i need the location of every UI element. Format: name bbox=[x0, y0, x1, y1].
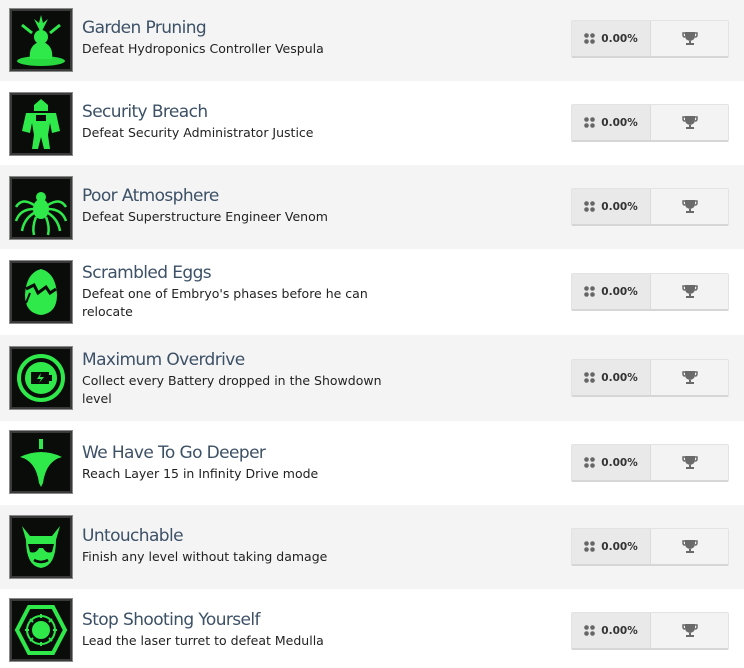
trophy-icon bbox=[681, 116, 698, 129]
trophy-icon bbox=[681, 200, 698, 213]
achievement-text: We Have To Go Deeper Reach Layer 15 in I… bbox=[82, 442, 382, 483]
achievement-title: Garden Pruning bbox=[82, 18, 207, 38]
achievement-title: We Have To Go Deeper bbox=[82, 443, 266, 463]
achievement-description: Defeat one of Embryo's phases before he … bbox=[82, 286, 368, 319]
sunglasses-face-icon bbox=[10, 516, 72, 578]
achievement-list: Garden Pruning Defeat Hydroponics Contro… bbox=[0, 0, 744, 668]
trophy-button[interactable] bbox=[651, 360, 728, 395]
achievement-title: Maximum Overdrive bbox=[82, 350, 245, 370]
achievement-stat: 0.00% bbox=[571, 104, 729, 142]
dots-icon bbox=[584, 625, 596, 636]
percent-value: 0.00% bbox=[601, 32, 638, 45]
achievement-text: Garden Pruning Defeat Hydroponics Contro… bbox=[82, 17, 382, 58]
unlock-percent: 0.00% bbox=[572, 445, 651, 480]
achievement-text: Security Breach Defeat Security Administ… bbox=[82, 101, 382, 142]
percent-value: 0.00% bbox=[601, 116, 638, 129]
trophy-button[interactable] bbox=[651, 445, 728, 480]
trophy-icon bbox=[681, 456, 698, 469]
achievement-title: Stop Shooting Yourself bbox=[82, 610, 261, 630]
achievement-stat: 0.00% bbox=[571, 273, 729, 311]
unlock-percent: 0.00% bbox=[572, 105, 651, 140]
achievement-title: Poor Atmosphere bbox=[82, 186, 219, 206]
trophy-button[interactable] bbox=[651, 529, 728, 564]
achievement-row: Poor Atmosphere Defeat Superstructure En… bbox=[0, 165, 744, 249]
dots-icon bbox=[584, 117, 596, 128]
achievement-description: Reach Layer 15 in Infinity Drive mode bbox=[82, 466, 319, 481]
unlock-percent: 0.00% bbox=[572, 21, 651, 56]
percent-value: 0.00% bbox=[601, 371, 638, 384]
achievement-title: Security Breach bbox=[82, 102, 208, 122]
achievement-row: Maximum Overdrive Collect every Battery … bbox=[0, 335, 744, 421]
achievement-text: Stop Shooting Yourself Lead the laser tu… bbox=[82, 609, 382, 650]
achievement-text: Poor Atmosphere Defeat Superstructure En… bbox=[82, 185, 382, 226]
achievement-text: Maximum Overdrive Collect every Battery … bbox=[82, 349, 382, 408]
trophy-button[interactable] bbox=[651, 274, 728, 309]
unlock-percent: 0.00% bbox=[572, 613, 651, 648]
achievement-description: Collect every Battery dropped in the Sho… bbox=[82, 373, 382, 406]
percent-value: 0.00% bbox=[601, 285, 638, 298]
achievement-description: Defeat Hydroponics Controller Vespula bbox=[82, 41, 324, 56]
trophy-icon bbox=[681, 371, 698, 384]
achievement-row: Untouchable Finish any level without tak… bbox=[0, 505, 744, 589]
dots-icon bbox=[584, 457, 596, 468]
achievement-description: Finish any level without taking damage bbox=[82, 549, 328, 564]
percent-value: 0.00% bbox=[601, 624, 638, 637]
spinning-top-icon bbox=[10, 431, 72, 493]
cracked-egg-icon bbox=[10, 261, 72, 323]
trophy-icon bbox=[681, 285, 698, 298]
achievement-text: Scrambled Eggs Defeat one of Embryo's ph… bbox=[82, 262, 382, 321]
spider-icon bbox=[10, 177, 72, 239]
achievement-text: Untouchable Finish any level without tak… bbox=[82, 525, 382, 566]
turret-icon bbox=[10, 599, 72, 661]
trophy-icon bbox=[681, 32, 698, 45]
achievement-stat: 0.00% bbox=[571, 359, 729, 397]
percent-value: 0.00% bbox=[601, 200, 638, 213]
battery-icon bbox=[10, 347, 72, 409]
achievement-row: Security Breach Defeat Security Administ… bbox=[0, 81, 744, 165]
achievement-stat: 0.00% bbox=[571, 20, 729, 58]
percent-value: 0.00% bbox=[601, 456, 638, 469]
dots-icon bbox=[584, 201, 596, 212]
achievement-description: Defeat Security Administrator Justice bbox=[82, 125, 314, 140]
trophy-button[interactable] bbox=[651, 21, 728, 56]
trophy-button[interactable] bbox=[651, 613, 728, 648]
robot-guard-icon bbox=[10, 93, 72, 155]
achievement-title: Untouchable bbox=[82, 526, 184, 546]
unlock-percent: 0.00% bbox=[572, 274, 651, 309]
dots-icon bbox=[584, 372, 596, 383]
achievement-row: Garden Pruning Defeat Hydroponics Contro… bbox=[0, 0, 744, 81]
achievement-stat: 0.00% bbox=[571, 528, 729, 566]
trophy-icon bbox=[681, 624, 698, 637]
achievement-description: Lead the laser turret to defeat Medulla bbox=[82, 633, 324, 648]
trophy-button[interactable] bbox=[651, 189, 728, 224]
trophy-button[interactable] bbox=[651, 105, 728, 140]
achievement-row: Scrambled Eggs Defeat one of Embryo's ph… bbox=[0, 249, 744, 335]
achievement-row: We Have To Go Deeper Reach Layer 15 in I… bbox=[0, 421, 744, 505]
unlock-percent: 0.00% bbox=[572, 529, 651, 564]
unlock-percent: 0.00% bbox=[572, 189, 651, 224]
trophy-icon bbox=[681, 540, 698, 553]
achievement-description: Defeat Superstructure Engineer Venom bbox=[82, 209, 328, 224]
dots-icon bbox=[584, 33, 596, 44]
percent-value: 0.00% bbox=[601, 540, 638, 553]
achievement-row: Stop Shooting Yourself Lead the laser tu… bbox=[0, 589, 744, 668]
plant-creature-icon bbox=[10, 9, 72, 71]
achievement-stat: 0.00% bbox=[571, 444, 729, 482]
unlock-percent: 0.00% bbox=[572, 360, 651, 395]
dots-icon bbox=[584, 286, 596, 297]
achievement-title: Scrambled Eggs bbox=[82, 263, 212, 283]
achievement-stat: 0.00% bbox=[571, 612, 729, 650]
achievement-stat: 0.00% bbox=[571, 188, 729, 226]
dots-icon bbox=[584, 541, 596, 552]
